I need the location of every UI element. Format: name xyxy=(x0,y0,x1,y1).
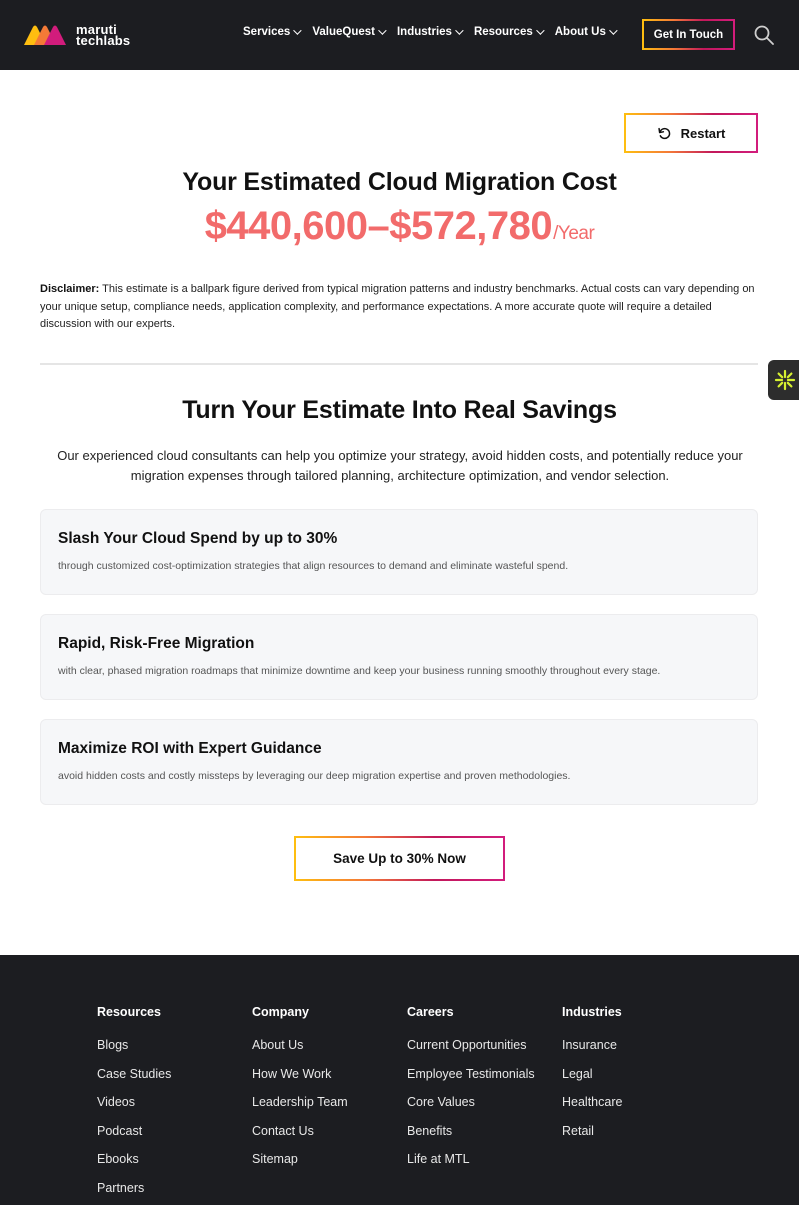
footer-link[interactable]: Healthcare xyxy=(562,1095,622,1109)
disclaimer-label: Disclaimer: xyxy=(40,283,100,295)
benefit-card-desc: avoid hidden costs and costly missteps b… xyxy=(58,770,571,782)
footer-link[interactable]: Podcast xyxy=(97,1124,171,1138)
benefit-card: Rapid, Risk-Free Migration with clear, p… xyxy=(40,614,758,700)
footer-link[interactable]: Videos xyxy=(97,1095,171,1109)
logo-mark-icon xyxy=(24,25,66,45)
brand-logo[interactable]: maruti techlabs xyxy=(24,22,144,48)
footer-link[interactable]: Contact Us xyxy=(252,1124,348,1138)
footer-link[interactable]: About Us xyxy=(252,1038,348,1052)
chevron-down-icon xyxy=(293,26,302,35)
logo-wordmark: maruti techlabs xyxy=(76,23,131,48)
footer-link[interactable]: Life at MTL xyxy=(407,1152,535,1166)
footer-link[interactable]: Case Studies xyxy=(97,1067,171,1081)
price-separator: – xyxy=(367,204,390,248)
footer-link[interactable]: Core Values xyxy=(407,1095,535,1109)
footer-link[interactable]: Blogs xyxy=(97,1038,171,1052)
restart-label: Restart xyxy=(680,125,726,141)
footer-link[interactable]: Employee Testimonials xyxy=(407,1067,535,1081)
footer-link[interactable]: Leadership Team xyxy=(252,1095,348,1109)
search-icon[interactable] xyxy=(754,25,774,45)
footer-column-resources: Resources Blogs Case Studies Videos Podc… xyxy=(97,1005,171,1205)
restart-button[interactable]: Restart xyxy=(624,113,758,153)
save-up-to-30-button[interactable]: Save Up to 30% Now xyxy=(294,836,505,881)
footer-link[interactable]: Retail xyxy=(562,1124,622,1138)
nav-resources[interactable]: Resources xyxy=(473,26,545,38)
logo-line2: techlabs xyxy=(76,33,131,48)
price-low: $440,600 xyxy=(204,204,368,248)
footer-link[interactable]: Benefits xyxy=(407,1124,535,1138)
footer-link[interactable]: Sitemap xyxy=(252,1152,348,1166)
nav-services[interactable]: Services xyxy=(243,26,302,38)
chevron-down-icon xyxy=(609,26,618,35)
estimated-price: $440,600–$572,780/Year xyxy=(0,204,799,249)
footer-link[interactable]: Ebooks xyxy=(97,1152,171,1166)
footer-column-industries: Industries Insurance Legal Healthcare Re… xyxy=(562,1005,622,1152)
benefit-card-title: Slash Your Cloud Spend by up to 30% xyxy=(58,530,338,547)
nav-industries-label: Industries xyxy=(396,26,452,38)
footer-column-title: Industries xyxy=(562,1005,622,1019)
nav-valuequest-label: ValueQuest xyxy=(312,26,375,38)
chevron-down-icon xyxy=(535,26,545,35)
benefit-card-title: Maximize ROI with Expert Guidance xyxy=(58,740,322,757)
sparkle-icon xyxy=(774,369,796,391)
footer-link[interactable]: Current Opportunities xyxy=(407,1038,535,1052)
disclaimer-text: This estimate is a ballpark figure deriv… xyxy=(40,283,755,330)
section-divider xyxy=(40,363,758,365)
nav-resources-label: Resources xyxy=(473,26,533,38)
footer-column-title: Company xyxy=(252,1005,309,1019)
site-footer: Resources Blogs Case Studies Videos Podc… xyxy=(0,955,799,1205)
disclaimer: Disclaimer: This estimate is a ballpark … xyxy=(40,281,760,334)
nav-about-us-label: About Us xyxy=(554,26,606,38)
chevron-down-icon xyxy=(378,26,387,35)
get-in-touch-button[interactable]: Get In Touch xyxy=(642,19,735,50)
footer-column-title: Careers xyxy=(407,1005,454,1019)
benefit-card-desc: with clear, phased migration roadmaps th… xyxy=(58,665,661,677)
benefit-card: Slash Your Cloud Spend by up to 30% thro… xyxy=(40,509,758,595)
footer-link[interactable]: How We Work xyxy=(252,1067,348,1081)
floating-widget-tab[interactable] xyxy=(768,360,799,400)
estimate-title: Your Estimated Cloud Migration Cost xyxy=(182,168,617,196)
main-menu: Services ValueQuest Industries Resources… xyxy=(243,26,628,38)
footer-column-company: Company About Us How We Work Leadership … xyxy=(252,1005,348,1181)
restart-icon xyxy=(657,127,670,139)
savings-description: Our experienced cloud consultants can he… xyxy=(57,448,743,483)
footer-link[interactable]: Partners xyxy=(97,1181,171,1195)
benefit-card: Maximize ROI with Expert Guidance avoid … xyxy=(40,719,758,805)
footer-column-careers: Careers Current Opportunities Employee T… xyxy=(407,1005,535,1181)
nav-valuequest[interactable]: ValueQuest xyxy=(312,26,387,38)
benefit-card-desc: through customized cost-optimization str… xyxy=(58,560,569,572)
nav-industries[interactable]: Industries xyxy=(396,26,464,38)
price-high: $572,780 xyxy=(389,204,553,248)
top-navbar: maruti techlabs Services ValueQuest Indu… xyxy=(0,0,799,70)
nav-about-us[interactable]: About Us xyxy=(554,26,618,38)
footer-link[interactable]: Insurance xyxy=(562,1038,622,1052)
nav-services-label: Services xyxy=(243,26,291,38)
footer-link[interactable]: Legal xyxy=(562,1067,622,1081)
footer-column-title: Resources xyxy=(97,1005,161,1019)
benefit-card-title: Rapid, Risk-Free Migration xyxy=(58,635,255,652)
savings-title: Turn Your Estimate Into Real Savings xyxy=(182,396,617,424)
price-unit: /Year xyxy=(553,223,595,244)
chevron-down-icon xyxy=(455,26,464,35)
